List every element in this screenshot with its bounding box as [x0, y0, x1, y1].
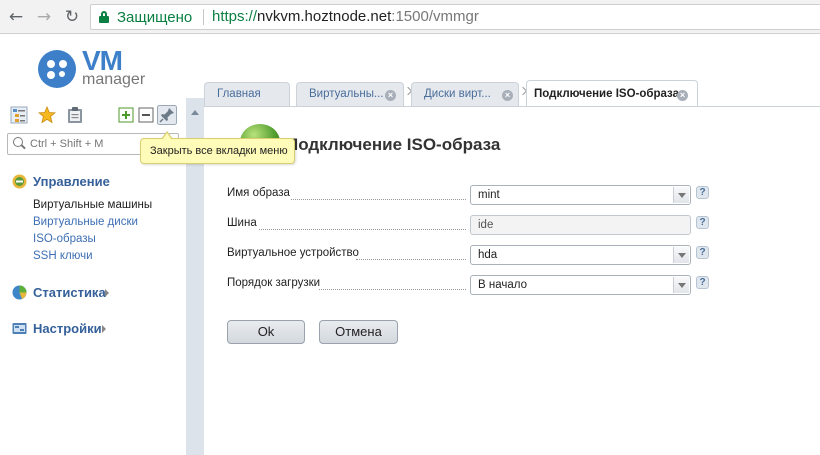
sidebar-item-virtual-machines[interactable]: Виртуальные машины	[33, 199, 152, 211]
collapse-all-icon[interactable]	[138, 107, 154, 123]
close-icon[interactable]: ×	[677, 90, 688, 101]
sidebar-item-iso-images[interactable]: ISO-образы	[33, 233, 96, 245]
close-icon[interactable]: ×	[502, 90, 513, 101]
bus-field: ide	[470, 215, 691, 235]
tooltip: Закрыть все вкладки меню	[140, 131, 295, 164]
scroll-up-icon[interactable]	[191, 110, 199, 115]
tab-label: Главная	[217, 88, 261, 100]
field-label-text: Шина	[227, 217, 257, 229]
sidebar-item-virtual-disks[interactable]: Виртуальные диски	[33, 216, 138, 228]
browser-toolbar: ← → ↻ Защищено https://nvkvm.hoztnode.ne…	[0, 0, 820, 34]
tab-label: Диски вирт...	[424, 88, 491, 100]
field-label-text: Порядок загрузки	[227, 277, 321, 289]
help-icon[interactable]: ?	[696, 216, 709, 229]
field-value: hda	[478, 249, 498, 261]
expand-all-icon[interactable]	[118, 107, 134, 123]
tab-virtual-disks[interactable]: Диски вирт... ×	[411, 82, 519, 106]
logo-subtext: manager	[82, 71, 146, 88]
clipboard-icon[interactable]	[66, 106, 84, 124]
help-icon[interactable]: ?	[696, 246, 709, 259]
chevron-down-icon[interactable]	[673, 247, 689, 263]
address-bar[interactable]: Защищено https://nvkvm.hoztnode.net:1500…	[90, 4, 820, 30]
tab-strip: Главная Виртуальны... × Диски вирт... × …	[204, 80, 820, 107]
tab-iso-attach[interactable]: Подключение ISO-образа ×	[526, 80, 698, 107]
field-label-bus: Шина	[227, 217, 467, 233]
forward-arrow-icon[interactable]: →	[34, 7, 54, 27]
reload-icon[interactable]: ↻	[62, 7, 82, 27]
sidebar-section-label: Управление	[33, 174, 110, 189]
url-protocol: https://	[212, 8, 258, 25]
settings-icon	[12, 323, 27, 334]
tab-content-border	[204, 106, 820, 107]
back-arrow-icon[interactable]: ←	[6, 7, 26, 27]
tab-label: Подключение ISO-образа	[534, 88, 679, 100]
sidebar-section-label: Настройки	[33, 321, 102, 336]
field-value: mint	[478, 189, 500, 201]
expand-arrow-icon	[105, 289, 109, 297]
image-name-select[interactable]: mint	[470, 185, 691, 205]
sidebar-item-ssh-keys[interactable]: SSH ключи	[33, 250, 93, 262]
star-icon[interactable]	[38, 106, 56, 124]
field-label-text: Виртуальное устройство	[227, 247, 359, 259]
tab-virtual-machines[interactable]: Виртуальны... ×	[296, 82, 404, 106]
url-text[interactable]: https://nvkvm.hoztnode.net:1500/vmmgr	[212, 8, 479, 25]
url-host: nvkvm.hoztnode.net	[257, 8, 392, 25]
field-label-image-name: Имя образа	[227, 187, 467, 203]
cancel-button[interactable]: Отмена	[319, 320, 398, 344]
tree-view-icon[interactable]	[10, 106, 28, 124]
boot-order-select[interactable]: В начало	[470, 275, 691, 295]
manage-icon	[12, 174, 27, 189]
help-icon[interactable]: ?	[696, 186, 709, 199]
chevron-down-icon[interactable]	[673, 277, 689, 293]
close-icon[interactable]: ×	[385, 90, 396, 101]
pin-icon[interactable]	[157, 105, 177, 125]
url-divider	[203, 9, 204, 25]
field-value: ide	[478, 219, 494, 231]
field-label-boot-order: Порядок загрузки	[227, 277, 467, 293]
field-label-virtual-device: Виртуальное устройство	[227, 247, 467, 263]
chart-pie-icon	[12, 285, 27, 300]
chevron-down-icon[interactable]	[673, 187, 689, 203]
field-label-text: Имя образа	[227, 187, 290, 199]
expand-arrow-icon	[102, 325, 106, 333]
virtual-device-select[interactable]: hda	[470, 245, 691, 265]
tab-label: Виртуальны...	[309, 88, 384, 100]
ok-button[interactable]: Ok	[227, 320, 305, 344]
page-title: Подключение ISO-образа	[286, 135, 501, 154]
help-icon[interactable]: ?	[696, 276, 709, 289]
field-value: В начало	[478, 279, 527, 291]
vmmanager-logo-icon	[38, 50, 76, 88]
lock-icon	[99, 11, 109, 23]
sidebar-section-label: Статистика	[33, 285, 106, 300]
tab-home[interactable]: Главная	[204, 82, 290, 106]
secure-label: Защищено	[117, 9, 193, 26]
url-path: :1500/vmmgr	[391, 8, 479, 25]
